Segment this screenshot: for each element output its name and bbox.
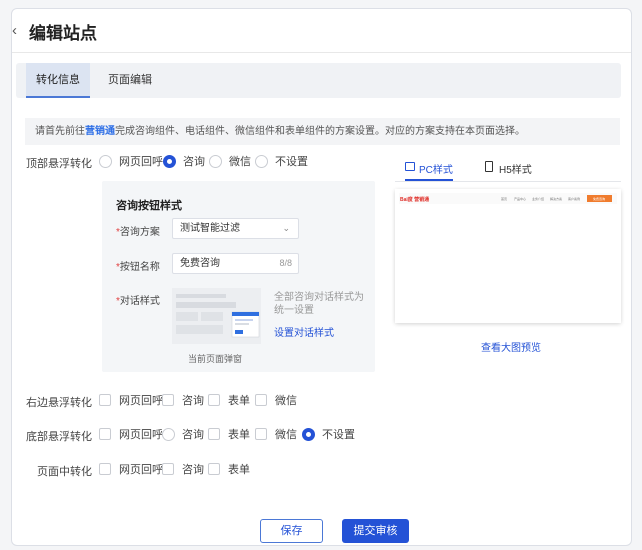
radio[interactable] (162, 428, 175, 441)
panel-title: 咨询按钮样式 (116, 200, 182, 212)
option-label: 网页回呼 (119, 429, 163, 441)
preview-nav-3: 解决方案 (550, 196, 562, 201)
char-counter: 8/8 (279, 258, 292, 268)
dialog-style-thumbnail[interactable] (172, 288, 261, 344)
thumbnail-caption: 当前页面弹窗 (188, 354, 243, 364)
right-float-option-wechat[interactable]: 微信 (255, 394, 297, 408)
radio-selected[interactable] (163, 155, 176, 168)
mid-page-option-callback[interactable]: 网页回呼 (99, 463, 163, 477)
set-dialog-style-link[interactable]: 设置对话样式 (274, 324, 334, 339)
checkbox[interactable] (99, 394, 111, 406)
preview-tab-pc[interactable]: PC样式 (405, 161, 453, 181)
right-float-option-form[interactable]: 表单 (208, 394, 250, 408)
button-name-label: *按钮名称 (116, 262, 160, 273)
submit-review-button[interactable]: 提交审核 (342, 519, 409, 543)
preview-tab-label: PC样式 (419, 165, 453, 176)
scheme-select[interactable]: 测试智能过滤 ⌄ (172, 218, 299, 239)
mid-page-option-consult[interactable]: 咨询 (162, 463, 204, 477)
top-float-label: 顶部悬浮转化 (26, 158, 92, 170)
preview-tab-divider (395, 181, 621, 182)
tab-bar: 转化信息 页面编辑 (16, 63, 621, 98)
radio[interactable] (99, 155, 112, 168)
mobile-icon (485, 161, 493, 172)
notice-bar: 请首先前往营销通完成咨询组件、电话组件、微信组件和表单组件的方案设置。对应的方案… (25, 118, 620, 145)
option-label: 网页回呼 (119, 464, 163, 476)
tab-conversion-info[interactable]: 转化信息 (26, 63, 90, 98)
monitor-icon (405, 162, 415, 171)
radio-selected[interactable] (302, 428, 315, 441)
notice-prefix: 请首先前往 (35, 126, 85, 137)
bottom-float-option-form[interactable]: 表单 (208, 428, 250, 442)
right-float-option-consult[interactable]: 咨询 (162, 394, 204, 408)
option-label: 咨询 (182, 395, 204, 407)
scheme-label: *咨询方案 (116, 227, 160, 238)
scheme-value: 测试智能过滤 (180, 223, 240, 234)
option-label: 网页回呼 (119, 395, 163, 407)
top-float-option-none[interactable]: 不设置 (255, 155, 308, 169)
dialog-style-description: 全部咨询对话样式为统一设置 (274, 292, 364, 316)
chevron-down-icon: ⌄ (282, 223, 290, 233)
checkbox[interactable] (208, 428, 220, 440)
bottom-float-option-none[interactable]: 不设置 (302, 428, 355, 442)
dialog-style-label: *对话样式 (116, 296, 160, 307)
preview-nav-2: 业务介绍 (532, 196, 544, 201)
option-label: 表单 (228, 464, 250, 476)
edit-site-card: ‹ 编辑站点 转化信息 页面编辑 请首先前往营销通完成咨询组件、电话组件、微信组… (11, 8, 632, 546)
checkbox[interactable] (255, 428, 267, 440)
radio[interactable] (209, 155, 222, 168)
page-title: 编辑站点 (29, 24, 97, 43)
checkbox[interactable] (208, 394, 220, 406)
right-float-option-callback[interactable]: 网页回呼 (99, 394, 163, 408)
consult-button-panel: 咨询按钮样式 *咨询方案 测试智能过滤 ⌄ *按钮名称 免费咨询 8/8 *对话… (102, 181, 375, 372)
mid-page-option-form[interactable]: 表单 (208, 463, 250, 477)
button-name-value: 免费咨询 (180, 258, 220, 269)
tab-page-edit[interactable]: 页面编辑 (98, 63, 162, 98)
option-label: 表单 (228, 429, 250, 441)
option-label: 咨询 (182, 429, 204, 441)
checkbox[interactable] (99, 428, 111, 440)
save-button[interactable]: 保存 (260, 519, 323, 543)
notice-suffix: 完成咨询组件、电话组件、微信组件和表单组件的方案设置。对应的方案支持在本页面选择… (115, 126, 525, 137)
preview-nav-0: 首页 (501, 196, 507, 201)
preview-tab-label: H5样式 (499, 165, 532, 176)
page-header: ‹ 编辑站点 (12, 9, 631, 53)
checkbox[interactable] (208, 463, 220, 475)
option-label: 不设置 (322, 429, 355, 441)
option-label: 微信 (275, 429, 297, 441)
checkbox[interactable] (162, 394, 174, 406)
option-label: 不设置 (275, 156, 308, 168)
option-label: 咨询 (183, 156, 205, 168)
option-label: 微信 (275, 395, 297, 407)
bottom-float-label: 底部悬浮转化 (26, 431, 92, 443)
pc-preview-frame[interactable]: Bai度 营销通 首页 产品中心 业务介绍 解决方案 客户案例 免费咨询 (395, 189, 621, 323)
top-float-option-callback[interactable]: 网页回呼 (99, 155, 163, 169)
mid-page-label: 页面中转化 (37, 466, 92, 478)
top-float-option-wechat[interactable]: 微信 (209, 155, 251, 169)
checkbox[interactable] (162, 463, 174, 475)
bottom-float-option-wechat[interactable]: 微信 (255, 428, 297, 442)
bottom-float-option-consult[interactable]: 咨询 (162, 428, 204, 442)
marketing-link[interactable]: 营销通 (85, 126, 115, 137)
preview-logo: Bai度 营销通 (400, 196, 429, 203)
bottom-float-option-callback[interactable]: 网页回呼 (99, 428, 163, 442)
pc-preview-graphic: Bai度 营销通 首页 产品中心 业务介绍 解决方案 客户案例 免费咨询 (395, 189, 621, 323)
preview-nav-4: 客户案例 (568, 196, 580, 201)
option-label: 微信 (229, 156, 251, 168)
radio[interactable] (255, 155, 268, 168)
right-float-label: 右边悬浮转化 (26, 397, 92, 409)
option-label: 表单 (228, 395, 250, 407)
preview-tab-h5[interactable]: H5样式 (485, 161, 532, 181)
preview-nav-1: 产品中心 (514, 196, 526, 201)
checkbox[interactable] (255, 394, 267, 406)
button-name-input[interactable]: 免费咨询 8/8 (172, 253, 299, 274)
preview-cta-label: 免费咨询 (593, 196, 605, 201)
chevron-left-icon[interactable]: ‹ (12, 23, 24, 39)
checkbox[interactable] (99, 463, 111, 475)
option-label: 咨询 (182, 464, 204, 476)
top-float-option-consult[interactable]: 咨询 (163, 155, 205, 169)
view-large-preview-link[interactable]: 查看大图预览 (481, 339, 541, 354)
dialog-thumbnail-graphic (172, 288, 261, 344)
option-label: 网页回呼 (119, 156, 163, 168)
